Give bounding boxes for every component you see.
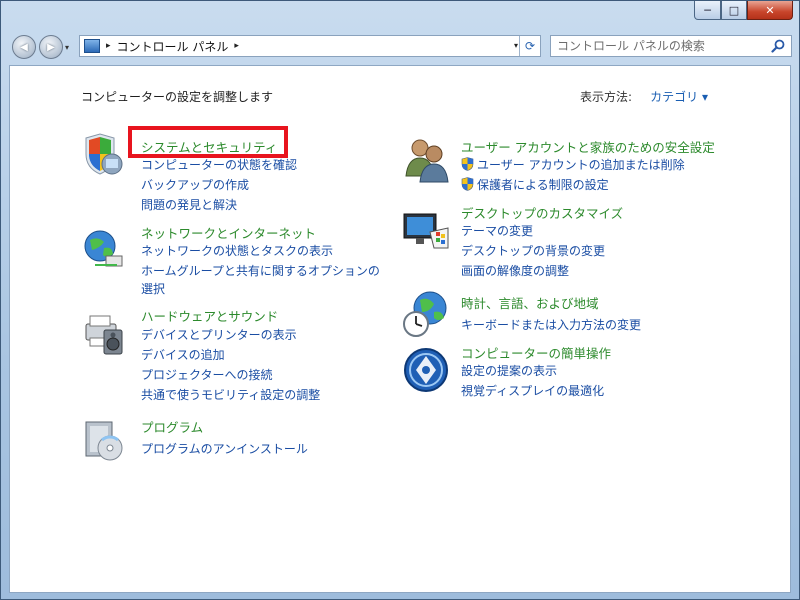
link-mobility-settings[interactable]: 共通で使うモビリティ設定の調整: [141, 386, 320, 403]
search-icon[interactable]: [771, 39, 785, 53]
category-title-programs[interactable]: プログラム: [141, 417, 203, 436]
page-title: コンピューターの設定を調整します: [81, 90, 274, 104]
control-panel-icon: [84, 39, 100, 53]
link-connect-projector[interactable]: プロジェクターへの接続: [141, 366, 273, 383]
title-bar: ─ □ ✕: [1, 1, 799, 27]
search-input[interactable]: [551, 36, 767, 56]
monitor-palette-icon: [403, 213, 449, 249]
link-devices-printers[interactable]: デバイスとプリンターの表示: [141, 326, 297, 343]
highlight-box: [128, 126, 288, 158]
maximize-icon: □: [728, 3, 740, 17]
link-check-computer-status[interactable]: コンピューターの状態を確認: [141, 156, 297, 173]
view-by-dropdown[interactable]: カテゴリ ▾: [650, 88, 708, 105]
link-troubleshoot[interactable]: 問題の発見と解決: [141, 196, 237, 213]
category-title-appearance[interactable]: デスクトップのカスタマイズ: [461, 203, 623, 222]
category-title-clock-language[interactable]: 時計、言語、および地域: [461, 293, 599, 312]
back-button[interactable]: ◀: [12, 35, 36, 59]
address-dropdown-icon[interactable]: ▾: [514, 41, 518, 50]
link-homegroup-options-cont[interactable]: 選択: [141, 280, 165, 297]
link-homegroup-options[interactable]: ホームグループと共有に関するオプションの: [141, 262, 380, 279]
shield-computer-icon: [85, 133, 123, 175]
link-add-device[interactable]: デバイスの追加: [141, 346, 225, 363]
uac-shield-icon: [461, 157, 474, 171]
close-icon: ✕: [765, 3, 775, 17]
minimize-icon: ─: [704, 3, 711, 17]
close-button[interactable]: ✕: [747, 1, 793, 20]
link-change-keyboard[interactable]: キーボードまたは入力方法の変更: [461, 316, 641, 333]
link-change-background[interactable]: デスクトップの背景の変更: [461, 242, 605, 259]
uac-shield-icon: [461, 177, 474, 191]
forward-arrow-icon: ▶: [47, 41, 55, 53]
printer-speaker-icon: [85, 315, 123, 355]
content-pane: コンピューターの設定を調整します 表示方法: カテゴリ ▾ システムとセキュリテ…: [9, 65, 791, 593]
link-uninstall-program[interactable]: プログラムのアンインストール: [141, 440, 308, 457]
recent-pages-dropdown[interactable]: ▾: [65, 43, 69, 52]
ease-of-access-icon: [404, 348, 448, 392]
control-panel-window: ─ □ ✕ ◀ ▶ ▾ ▸ コントロール パネル ▸ ▾ ⟳ コンピューターの設…: [0, 0, 800, 600]
minimize-button[interactable]: ─: [694, 1, 721, 20]
link-change-theme[interactable]: テーマの変更: [461, 222, 533, 239]
link-adjust-resolution[interactable]: 画面の解像度の調整: [461, 262, 569, 279]
view-by-label: 表示方法:: [579, 90, 632, 104]
globe-network-icon: [84, 230, 123, 267]
breadcrumb-arrow-icon[interactable]: ▸: [106, 41, 111, 51]
search-box[interactable]: [550, 35, 792, 57]
users-icon: [405, 139, 449, 183]
globe-clock-icon: [403, 291, 447, 337]
link-optimize-display[interactable]: 視覚ディスプレイの最適化: [461, 382, 604, 399]
link-add-remove-user[interactable]: ユーザー アカウントの追加または削除: [477, 156, 685, 173]
forward-button[interactable]: ▶: [39, 35, 63, 59]
breadcrumb-control-panel[interactable]: コントロール パネル: [117, 38, 229, 55]
breadcrumb-arrow-icon[interactable]: ▸: [234, 41, 239, 51]
refresh-icon: ⟳: [524, 39, 536, 53]
link-parental-controls[interactable]: 保護者による制限の設定: [477, 176, 609, 193]
category-title-hardware-sound[interactable]: ハードウェアとサウンド: [141, 306, 278, 325]
back-arrow-icon: ◀: [20, 41, 28, 53]
category-title-network-internet[interactable]: ネットワークとインターネット: [141, 223, 316, 242]
programs-disc-icon: [85, 421, 123, 461]
link-suggested-settings[interactable]: 設定の提案の表示: [461, 362, 557, 379]
link-network-status[interactable]: ネットワークの状態とタスクの表示: [141, 242, 333, 259]
category-title-ease-of-access[interactable]: コンピューターの簡単操作: [461, 343, 611, 362]
link-create-backup[interactable]: バックアップの作成: [141, 176, 249, 193]
maximize-button[interactable]: □: [721, 1, 747, 20]
category-title-user-accounts[interactable]: ユーザー アカウントと家族のための安全設定: [461, 137, 715, 156]
address-bar[interactable]: ▸ コントロール パネル ▸ ▾ ⟳: [79, 35, 541, 57]
refresh-button[interactable]: ⟳: [519, 36, 540, 56]
